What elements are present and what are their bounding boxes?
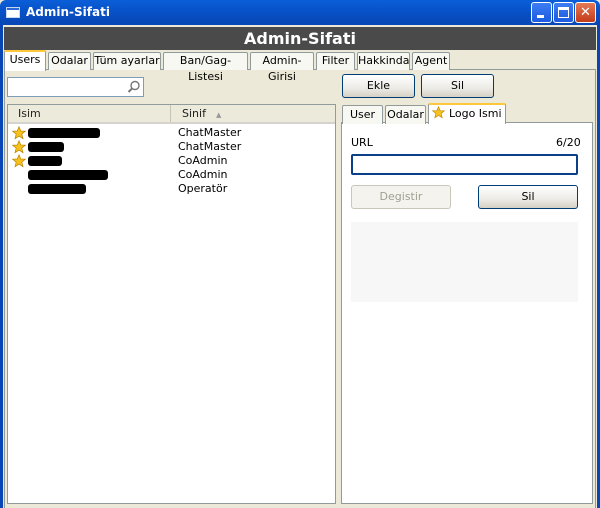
search-input[interactable]	[10, 78, 125, 95]
row-class: ChatMaster	[178, 140, 242, 153]
list-row[interactable]: CoAdmin	[8, 154, 335, 168]
logo-preview-area	[351, 222, 578, 302]
search-box[interactable]	[7, 77, 144, 97]
list-header: Isim Sinif ▲	[8, 105, 335, 124]
subtab-logo-ismi[interactable]: Logo Ismi	[428, 103, 506, 124]
star-icon	[432, 105, 446, 119]
redacted-name	[28, 128, 100, 138]
delete-user-button[interactable]: Sil	[421, 74, 494, 98]
tab-tum-ayarlar[interactable]: Tüm ayarlar	[93, 52, 161, 70]
redacted-name	[28, 170, 108, 180]
url-label: URL	[351, 136, 373, 149]
close-icon: ✕	[580, 5, 591, 20]
list-row[interactable]: ChatMaster	[8, 140, 335, 154]
star-icon	[12, 126, 26, 140]
column-header-sinif[interactable]: Sinif ▲	[172, 105, 335, 122]
search-icon[interactable]	[127, 80, 141, 94]
star-icon	[12, 140, 26, 154]
tab-filter[interactable]: Filter	[316, 52, 355, 70]
header-title: Admin-Sifati	[4, 27, 596, 50]
row-class: Operatör	[178, 182, 228, 195]
list-row[interactable]: ChatMaster	[8, 126, 335, 140]
subtab-logo-ismi-label: Logo Ismi	[448, 107, 502, 120]
list-row[interactable]: Operatör	[8, 182, 335, 196]
minimize-icon	[537, 15, 544, 18]
redacted-name	[28, 142, 64, 152]
column-label-isim: Isim	[18, 107, 41, 120]
close-button[interactable]: ✕	[575, 2, 596, 23]
star-icon	[12, 154, 26, 168]
tab-odalar[interactable]: Odalar	[48, 52, 91, 70]
window-title: Admin-Sifati	[26, 5, 110, 19]
delete-logo-button[interactable]: Sil	[478, 185, 578, 209]
subtab-odalar[interactable]: Odalar	[385, 105, 426, 124]
add-button[interactable]: Ekle	[342, 74, 415, 98]
url-input[interactable]	[351, 154, 578, 175]
subtab-user[interactable]: User	[342, 105, 383, 124]
redacted-name	[28, 156, 62, 166]
row-class: CoAdmin	[178, 168, 228, 181]
title-bar: Admin-Sifati ✕	[0, 0, 600, 25]
list-row[interactable]: CoAdmin	[8, 168, 335, 182]
user-list[interactable]: Isim Sinif ▲ ChatMaster ChatMaster CoAdmi…	[7, 104, 336, 504]
window-app-icon	[6, 7, 20, 18]
change-button[interactable]: Degistir	[351, 185, 451, 209]
tab-ban-gag-listesi[interactable]: Ban/Gag-Listesi	[163, 52, 248, 83]
row-class: ChatMaster	[178, 126, 242, 139]
logo-panel	[341, 122, 593, 504]
maximize-button[interactable]	[553, 2, 574, 23]
minimize-button[interactable]	[531, 2, 552, 23]
char-count: 6/20	[556, 136, 581, 149]
row-class: CoAdmin	[178, 154, 228, 167]
maximize-icon	[558, 7, 569, 18]
sort-arrow-icon: ▲	[215, 111, 222, 119]
column-label-sinif: Sinif	[182, 107, 206, 120]
column-header-isim[interactable]: Isim	[8, 105, 171, 122]
tab-agent[interactable]: Agent	[412, 52, 450, 70]
tab-hakkinda[interactable]: Hakkinda	[357, 52, 410, 70]
tab-admin-girisi[interactable]: Admin-Girisi	[250, 52, 314, 83]
tab-users[interactable]: Users	[4, 50, 46, 71]
redacted-name	[28, 184, 86, 194]
